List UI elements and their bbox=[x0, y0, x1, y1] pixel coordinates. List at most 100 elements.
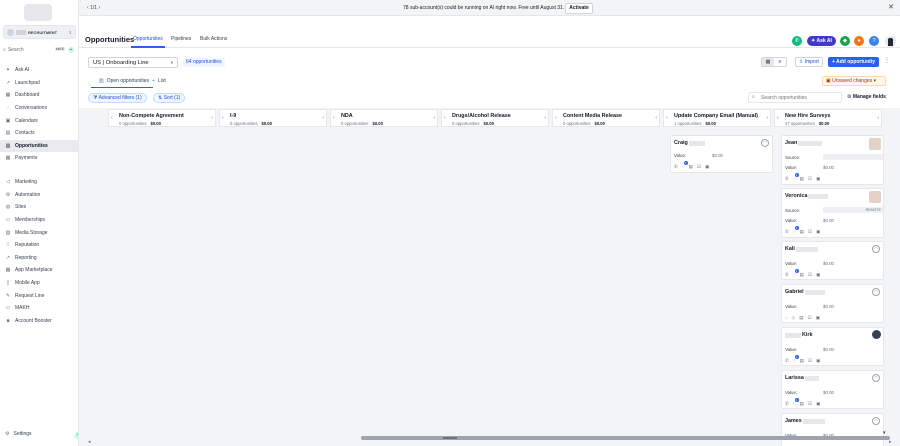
sidebar-item-automation[interactable]: ⚙ Automation bbox=[0, 189, 79, 202]
chevron-left-icon[interactable]: ‹ bbox=[444, 115, 446, 121]
document-icon[interactable]: ▤ bbox=[800, 272, 804, 278]
task-icon[interactable]: ☑ bbox=[697, 164, 701, 170]
calendar-icon[interactable]: ▣ bbox=[816, 358, 820, 364]
phone-icon[interactable]: ✆ bbox=[785, 176, 789, 182]
notifications-icon[interactable]: ● bbox=[854, 36, 864, 46]
view-toggle[interactable]: ▦ ≡ bbox=[761, 57, 787, 67]
sidebar-item-request-line[interactable]: ✎ Request Line bbox=[0, 289, 79, 302]
task-icon[interactable]: ☑ bbox=[808, 272, 812, 278]
tag-icon[interactable]: ◇ bbox=[792, 315, 796, 321]
tab-bulk-actions[interactable]: Bulk Actions bbox=[200, 36, 227, 42]
sidebar-item-reporting[interactable]: ↗ Reporting bbox=[0, 252, 79, 265]
opportunity-card[interactable]: Gabriel ◠ Value: $0.00 ◌ ◇ ▤ ☑ ▣ bbox=[781, 284, 884, 323]
account-switcher[interactable]: RECRUITMENT ⇕ bbox=[3, 25, 76, 39]
phone-icon[interactable]: ✆ bbox=[792, 36, 802, 46]
sidebar-item-marketing[interactable]: ◁ Marketing bbox=[0, 176, 79, 189]
phone-icon[interactable]: ✆ bbox=[785, 358, 789, 364]
chevron-right-icon[interactable]: ‹ bbox=[211, 115, 213, 121]
calendar-icon[interactable]: ▣ bbox=[816, 229, 820, 235]
sidebar-item-conversations[interactable]: ◌ Conversations bbox=[0, 102, 79, 115]
chevron-left-icon[interactable]: ‹ bbox=[777, 115, 779, 121]
sidebar-item-payments[interactable]: ▦ Payments bbox=[0, 152, 79, 165]
scrollbar-thumb[interactable] bbox=[443, 437, 457, 439]
tab-opportunities[interactable]: Opportunities bbox=[133, 36, 163, 42]
sidebar-item-contacts[interactable]: ▤ Contacts bbox=[0, 127, 79, 140]
tab-pipelines[interactable]: Pipelines bbox=[171, 36, 191, 42]
sidebar-item-account-booster[interactable]: ■ Account Booster bbox=[0, 315, 79, 328]
task-icon[interactable]: ☑ bbox=[808, 229, 812, 235]
sidebar-item-media-storage[interactable]: ▧ Media Storage bbox=[0, 226, 79, 239]
phone-icon[interactable]: ✆ bbox=[785, 229, 789, 235]
chevron-right-icon[interactable]: ‹ bbox=[433, 115, 435, 121]
contact-avatar-icon[interactable]: ◠ bbox=[761, 139, 769, 147]
chevron-left-icon[interactable]: ‹ bbox=[333, 115, 335, 121]
unsaved-changes-dropdown[interactable]: ▣ Unsaved changes ▾ bbox=[822, 76, 886, 86]
chevron-right-icon[interactable]: ‹ bbox=[655, 115, 657, 121]
calendar-icon[interactable]: ▣ bbox=[705, 164, 709, 170]
chevron-left-icon[interactable]: ‹ bbox=[222, 115, 224, 121]
sidebar-item-makh[interactable]: ▭ MAKH bbox=[0, 302, 79, 315]
sidebar-item-dashboard[interactable]: ▦ Dashboard bbox=[0, 89, 79, 102]
sidebar-item-opportunities[interactable]: ▥ Opportunities bbox=[0, 139, 79, 153]
chevron-right-icon[interactable]: ‹ bbox=[877, 115, 879, 121]
list-view-icon[interactable]: ≡ bbox=[774, 58, 786, 66]
chevron-left-icon[interactable]: ‹ bbox=[111, 115, 113, 121]
calendar-icon[interactable]: ▣ bbox=[816, 315, 820, 321]
sidebar-item-calendars[interactable]: ▣ Calendars bbox=[0, 114, 79, 127]
task-icon[interactable]: ☑ bbox=[808, 401, 812, 407]
document-icon[interactable]: ▤ bbox=[800, 176, 804, 182]
quick-add-icon[interactable]: + bbox=[68, 47, 74, 53]
sidebar-item-memberships[interactable]: ▭ Memberships bbox=[0, 214, 79, 227]
chevron-right-icon[interactable]: ‹ bbox=[322, 115, 324, 121]
opportunity-card[interactable]: Craig ◠ Value: $0.00 ✆ ◌ 1 ▤ ☑ ▣ bbox=[670, 135, 773, 173]
add-opportunity-button[interactable]: + Add opportunity bbox=[828, 57, 879, 67]
subtab-open-opportunities[interactable]: ▥ Open opportunities bbox=[91, 78, 153, 88]
import-button[interactable]: ⇪ Import bbox=[795, 57, 823, 67]
chevron-right-icon[interactable]: ‹ bbox=[544, 115, 546, 121]
contact-avatar-icon[interactable]: ◠ bbox=[872, 417, 880, 425]
document-icon[interactable]: ▤ bbox=[800, 229, 804, 235]
close-icon[interactable]: ✕ bbox=[888, 3, 894, 11]
opportunity-card[interactable]: Kali ◠ Value: $0.00 ✆ ◌ 1 ▤ ☑ ▣ bbox=[781, 241, 884, 280]
document-icon[interactable]: ▤ bbox=[800, 358, 804, 364]
phone-icon[interactable]: ✆ bbox=[785, 272, 789, 278]
calendar-icon[interactable]: ▣ bbox=[816, 401, 820, 407]
manage-fields-button[interactable]: ⚙ Manage fields bbox=[847, 94, 886, 100]
scroll-right-icon[interactable]: ▸ bbox=[889, 439, 892, 445]
scroll-down-icon[interactable]: ▾ bbox=[883, 430, 886, 436]
sidebar-item-app-marketplace[interactable]: ▦ App Marketplace bbox=[0, 264, 79, 277]
subtab-list[interactable]: + List bbox=[152, 78, 166, 84]
contact-avatar-icon[interactable]: ◠ bbox=[872, 288, 880, 296]
ask-ai-button[interactable]: ✦ Ask AI bbox=[807, 36, 836, 46]
opportunity-card[interactable]: Kirk Value: $0.00 ✆ ◌ 1 ▤ ☑ ▣ bbox=[781, 327, 884, 366]
advanced-filters-button[interactable]: ⧩ Advanced filters (1) bbox=[88, 93, 147, 103]
sidebar-item-sites[interactable]: ◍ Sites bbox=[0, 201, 79, 214]
user-avatar[interactable] bbox=[885, 36, 896, 47]
chevron-right-icon[interactable]: ‹ bbox=[766, 115, 768, 121]
sort-button[interactable]: ⇅ Sort (1) bbox=[153, 93, 186, 103]
opportunity-card[interactable]: Veronica Source: REMOTE Value: $0.00 ✆ ◌… bbox=[781, 188, 884, 238]
chat-icon[interactable]: ◌ 1 bbox=[793, 355, 799, 364]
chat-icon[interactable]: ◌ 1 bbox=[793, 269, 799, 278]
horizontal-scrollbar[interactable] bbox=[361, 436, 890, 440]
sidebar-item-launchpad[interactable]: ↗ Launchpad bbox=[0, 77, 79, 90]
phone-icon[interactable]: ✆ bbox=[785, 401, 789, 407]
calendar-icon[interactable]: ▣ bbox=[816, 176, 820, 182]
sidebar-item-settings[interactable]: ⚙ Settings bbox=[5, 431, 32, 437]
chat-icon[interactable]: ◌ bbox=[785, 315, 788, 321]
scroll-left-icon[interactable]: ◂ bbox=[88, 439, 91, 445]
opportunity-card[interactable]: James ◠ Value: $0.00 bbox=[781, 413, 884, 446]
chat-icon[interactable]: ◌ 1 bbox=[793, 226, 799, 235]
chevron-left-icon[interactable]: ‹ bbox=[555, 115, 557, 121]
sidebar-item-reputation[interactable]: ☆ Reputation bbox=[0, 239, 79, 252]
more-options-icon[interactable]: ⋮ bbox=[884, 57, 890, 64]
opportunity-card[interactable]: Jean Source: Value: $0.00 ✆ ◌ 1 ▤ ☑ ▣ bbox=[781, 135, 884, 185]
sidebar-item-mobile-app[interactable]: ▯ Mobile App bbox=[0, 277, 79, 290]
opportunity-card[interactable]: Larissa ◠ Value: $0.00 ✆ ◌ 1 ▤ ☑ ▣ bbox=[781, 370, 884, 409]
chat-icon[interactable]: ◌ 1 bbox=[793, 173, 799, 182]
chat-icon[interactable]: ◌ 1 bbox=[793, 398, 799, 407]
task-icon[interactable]: ☑ bbox=[808, 315, 812, 321]
chevron-left-icon[interactable]: ‹ bbox=[666, 115, 668, 121]
chat-icon[interactable]: ◌ 1 bbox=[682, 161, 688, 170]
phone-icon[interactable]: ✆ bbox=[674, 164, 678, 170]
